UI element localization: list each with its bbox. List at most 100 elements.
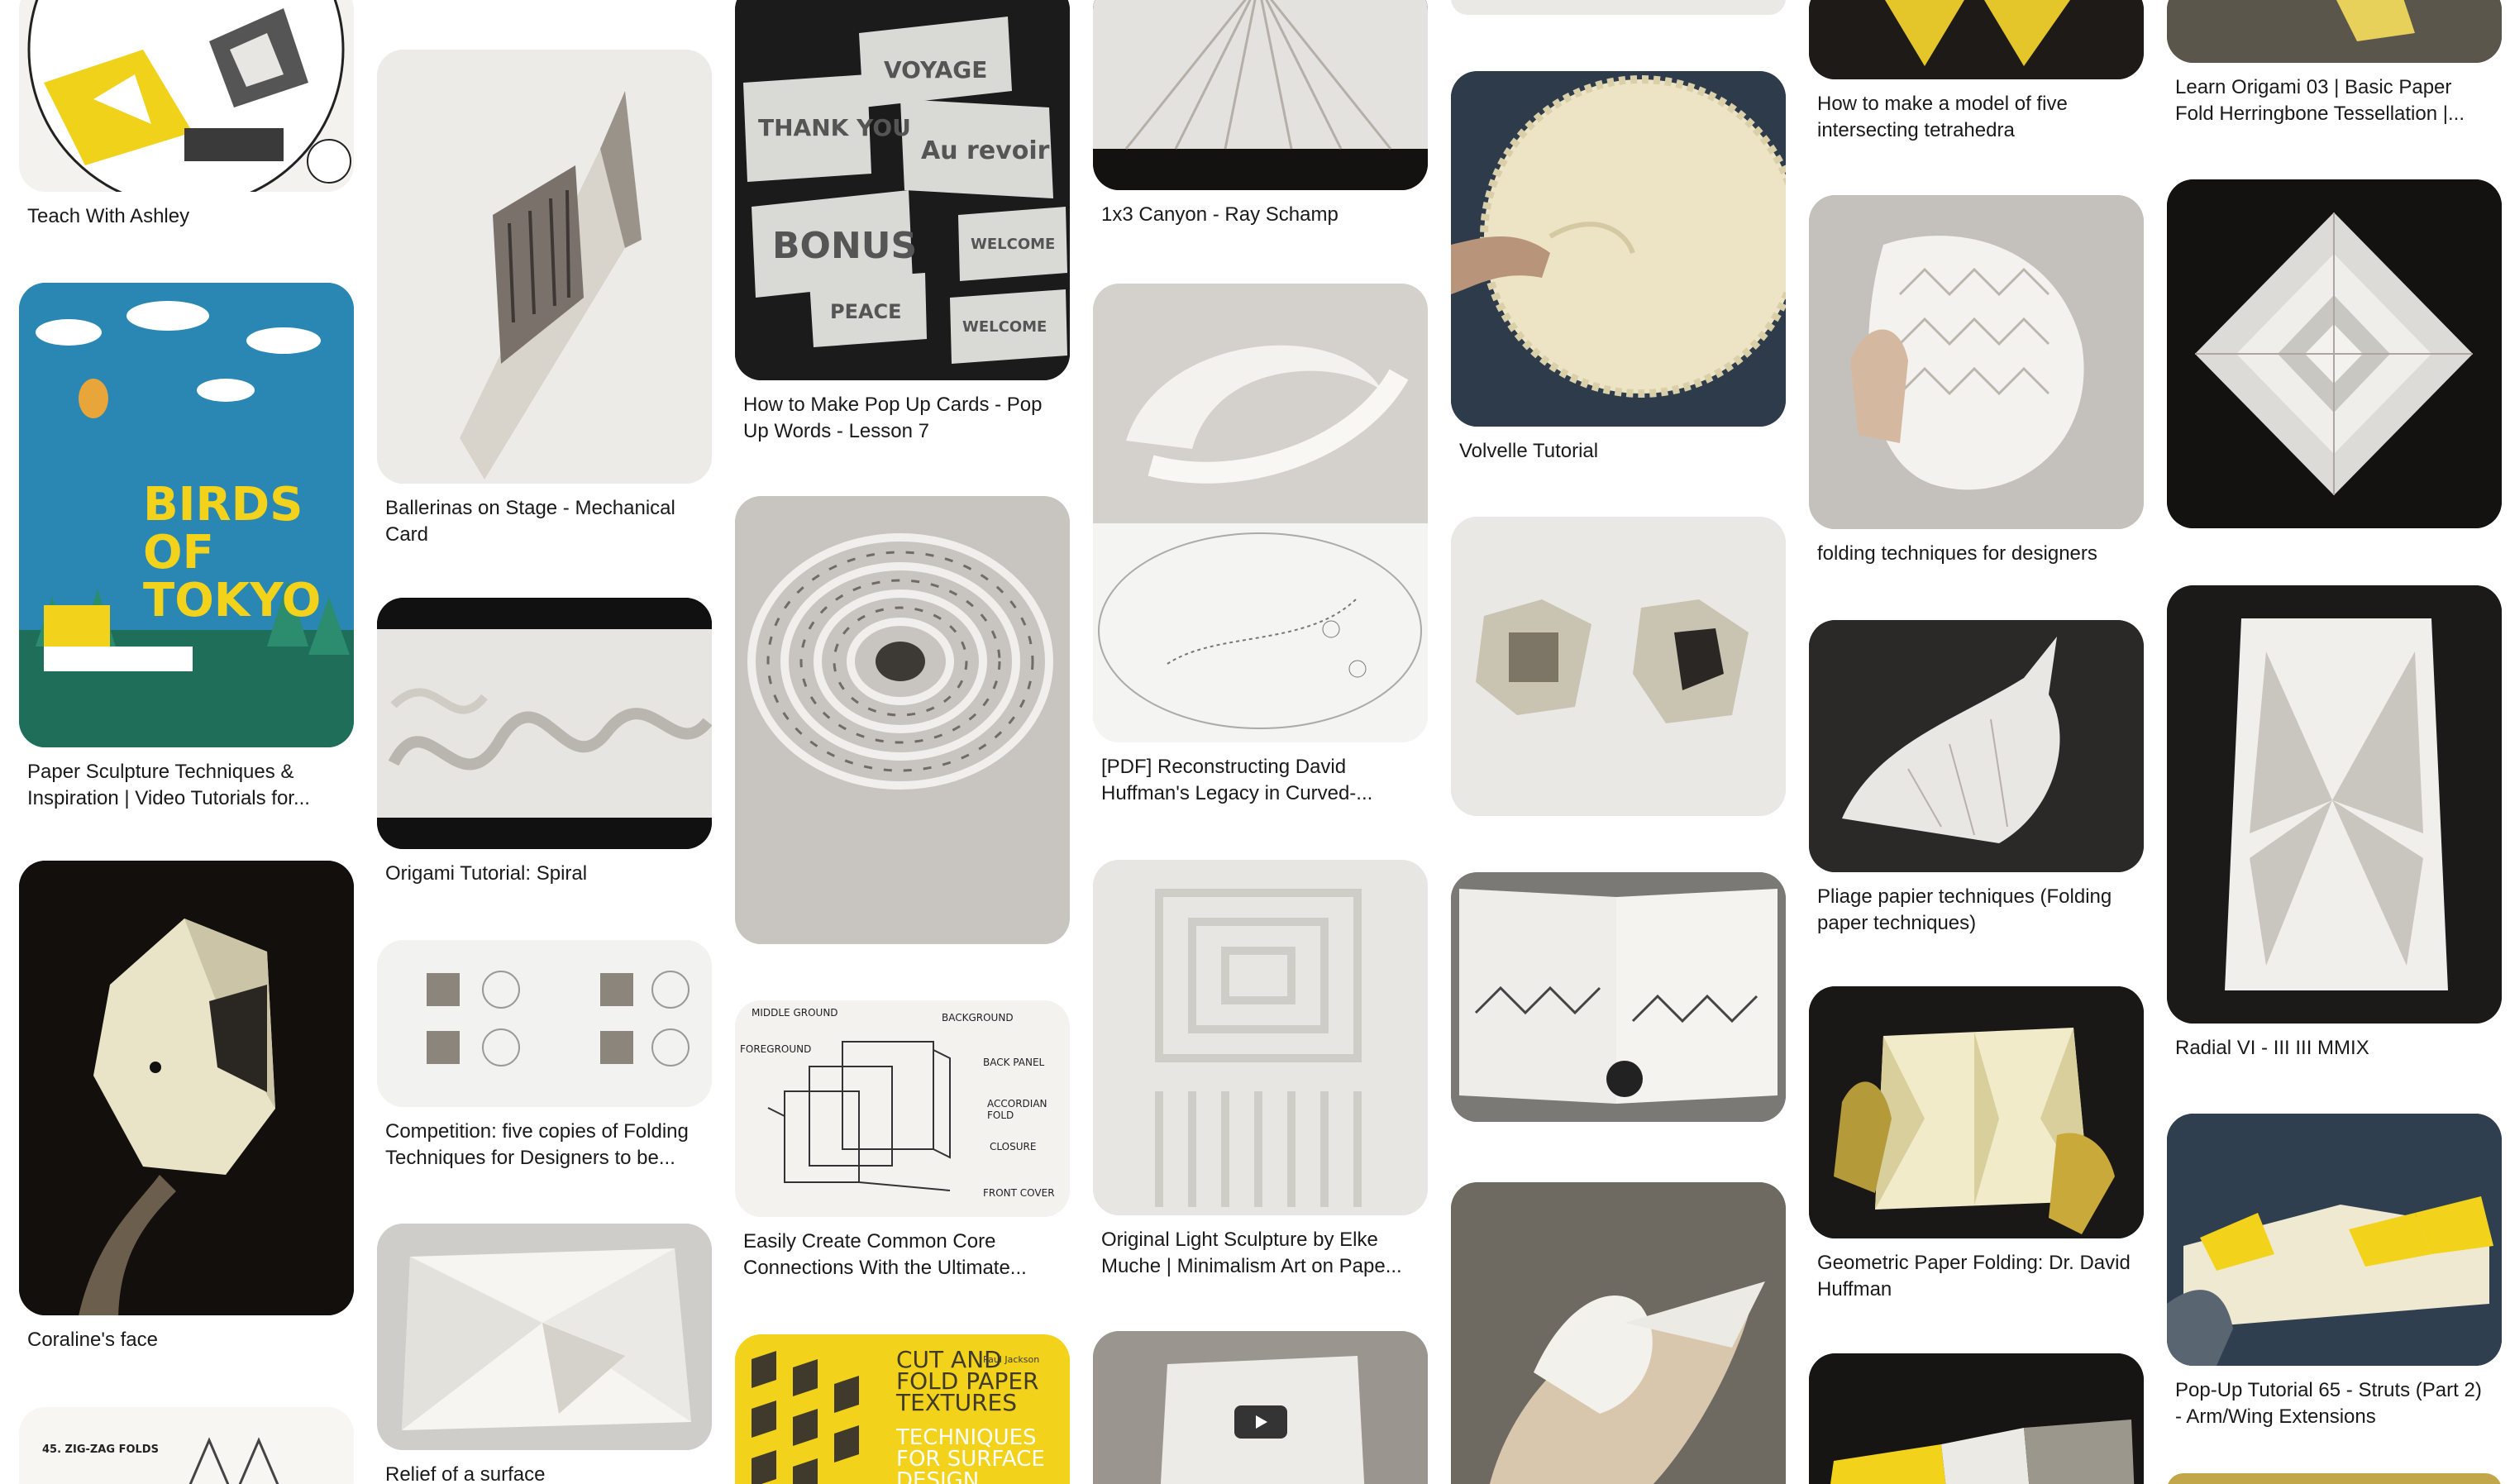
pin-image[interactable] [1093, 860, 1428, 1215]
pin-caption: Geometric Paper Folding: Dr. David Huffm… [1817, 1252, 2131, 1300]
pin-image[interactable] [2167, 585, 2502, 1024]
pin-yellow-popup[interactable] [1809, 1353, 2144, 1484]
book-author: Paul Jackson [983, 1354, 1040, 1365]
pin-caption: How to make a model of five intersecting… [1817, 93, 2068, 141]
pin-caption: Teach With Ashley [27, 205, 190, 227]
pin-caption: 1x3 Canyon - Ray Schamp [1101, 203, 1339, 226]
pin-image[interactable] [1451, 872, 1786, 1122]
pin-image[interactable]: CUT AND FOLD PAPER TEXTURES Paul Jackson… [735, 1334, 1070, 1484]
word-welcome-2: WELCOME [962, 318, 1047, 336]
pin-huffman-legacy[interactable]: [PDF] Reconstructing David Huffman's Leg… [1093, 284, 1428, 807]
pin-image[interactable] [19, 0, 354, 192]
pin-image[interactable] [1093, 1331, 1428, 1484]
pin-competition[interactable]: Competition: five copies of Folding Tech… [377, 940, 712, 1171]
pin-image[interactable] [2167, 0, 2502, 63]
pin-image[interactable] [377, 1224, 712, 1450]
pin-origami-spiral[interactable]: Origami Tutorial: Spiral [377, 598, 712, 887]
pin-caption: Volvelle Tutorial [1459, 440, 1599, 462]
pin-paper-sculpture[interactable]: BIRDS OF TOKYO Paper Sculpture Technique… [19, 283, 354, 812]
pin-caption: How to Make Pop Up Cards - Pop Up Words … [743, 394, 1043, 442]
pin-caption: Competition: five copies of Folding Tech… [385, 1120, 689, 1169]
pin-image[interactable] [1451, 0, 1786, 15]
pin-book-spread[interactable] [1451, 872, 1786, 1122]
word-welcome-1: WELCOME [971, 236, 1056, 253]
pin-folding-techniques[interactable]: folding techniques for designers [1809, 195, 2144, 567]
pin-video-fold[interactable] [1093, 1331, 1428, 1484]
pin-image[interactable] [1809, 0, 2144, 79]
pin-caption: Coraline's face [27, 1329, 158, 1351]
pin-coralines-face[interactable]: Coraline's face [19, 861, 354, 1353]
pin-image[interactable] [1809, 986, 2144, 1238]
pin-caption: [PDF] Reconstructing David Huffman's Leg… [1101, 756, 1373, 804]
label-background: BACKGROUND [942, 1012, 1014, 1024]
pin-image[interactable] [1809, 195, 2144, 529]
pin-volvelle[interactable]: Volvelle Tutorial [1451, 71, 1786, 465]
pin-image[interactable] [2167, 1473, 2502, 1484]
label-foreground: FOREGROUND [740, 1043, 812, 1055]
pin-teach-with-ashley[interactable]: Teach With Ashley [19, 0, 354, 230]
word-bonus: BONUS [772, 225, 918, 267]
label-accordian-fold: ACCORDIAN FOLD [987, 1098, 1047, 1121]
pin-image[interactable] [377, 940, 712, 1107]
pin-caption: Radial VI - III III MMIX [2175, 1037, 2369, 1059]
book-subtitle: TECHNIQUES FOR SURFACE DESIGN [896, 1425, 1045, 1484]
pin-image[interactable] [1451, 517, 1786, 816]
pin-image[interactable] [735, 496, 1070, 944]
pin-image[interactable] [19, 861, 354, 1315]
pin-radial-vi[interactable]: Radial VI - III III MMIX [2167, 585, 2502, 1062]
pin-bottom-partial[interactable] [2167, 1473, 2502, 1484]
pin-hummingbird[interactable] [1451, 1182, 1786, 1484]
pin-caption: Origami Tutorial: Spiral [385, 862, 588, 885]
pin-cut-and-fold[interactable]: CUT AND FOLD PAPER TEXTURES Paul Jackson… [735, 1334, 1070, 1484]
poster-title: BIRDS OF TOKYO [143, 478, 322, 627]
zig-zag-label: 45. ZIG-ZAG FOLDS [42, 1443, 159, 1456]
pin-image[interactable] [1809, 620, 2144, 872]
pin-caption: Relief of a surface [385, 1463, 546, 1484]
pin-image[interactable] [1451, 71, 1786, 427]
pin-pliage[interactable]: Pliage papier techniques (Folding paper … [1809, 620, 2144, 937]
pin-top-partial[interactable] [1451, 0, 1786, 15]
pin-rose-tessellation[interactable] [2167, 179, 2502, 528]
pin-tetrahedra[interactable]: How to make a model of five intersecting… [1809, 0, 2144, 144]
pin-caption: Pop-Up Tutorial 65 - Struts (Part 2) - A… [2175, 1379, 2482, 1428]
pin-popup-65[interactable]: Pop-Up Tutorial 65 - Struts (Part 2) - A… [2167, 1114, 2502, 1430]
play-button[interactable] [1234, 1405, 1287, 1439]
label-back-panel: BACK PANEL [983, 1057, 1045, 1068]
pin-canyon[interactable]: 1x3 Canyon - Ray Schamp [1093, 0, 1428, 228]
pin-image[interactable] [1451, 1182, 1786, 1484]
pin-caption: Original Light Sculpture by Elke Muche |… [1101, 1229, 1402, 1277]
pin-image[interactable] [377, 50, 712, 484]
pin-caption: Ballerinas on Stage - Mechanical Card [385, 497, 675, 546]
pin-zig-zag[interactable]: 45. ZIG-ZAG FOLDS [19, 1407, 354, 1484]
pin-image[interactable] [2167, 179, 2502, 528]
pin-common-core[interactable]: MIDDLE GROUND BACKGROUND FOREGROUND BACK… [735, 1000, 1070, 1281]
label-closure: CLOSURE [990, 1141, 1037, 1152]
pin-image[interactable] [1093, 0, 1428, 190]
label-middle-ground: MIDDLE GROUND [752, 1007, 838, 1019]
pin-light-sculpture[interactable]: Original Light Sculpture by Elke Muche |… [1093, 860, 1428, 1280]
pin-pop-up-cards[interactable]: VOYAGE THANK YOU Au revoir BONUS PEACE W… [735, 0, 1070, 445]
pin-board: Teach With Ashley BIRDS OF TOKYO Paper S… [0, 0, 2510, 1484]
word-peace: PEACE [830, 300, 902, 323]
word-au-revoir: Au revoir [921, 136, 1050, 165]
pin-image[interactable]: BIRDS OF TOKYO [19, 283, 354, 747]
pin-image[interactable]: MIDDLE GROUND BACKGROUND FOREGROUND BACK… [735, 1000, 1070, 1217]
pin-caption: Paper Sculpture Techniques & Inspiration… [27, 761, 310, 809]
word-thank-you: THANK YOU [758, 114, 911, 141]
pin-herringbone[interactable]: Learn Origami 03 | Basic Paper Fold Herr… [2167, 0, 2502, 127]
pin-image[interactable] [1809, 1353, 2144, 1484]
pin-image[interactable] [2167, 1114, 2502, 1366]
word-voyage: VOYAGE [884, 56, 988, 84]
pin-boxes[interactable] [1451, 517, 1786, 816]
pin-spiral-sculpture[interactable] [735, 496, 1070, 944]
pin-image[interactable] [1093, 284, 1428, 742]
pin-caption: Pliage papier techniques (Folding paper … [1817, 885, 2112, 934]
label-front-cover: FRONT COVER [983, 1187, 1055, 1199]
play-icon [1255, 1415, 1267, 1429]
pin-huffman-geometric[interactable]: Geometric Paper Folding: Dr. David Huffm… [1809, 986, 2144, 1303]
pin-ballerinas[interactable]: Ballerinas on Stage - Mechanical Card [377, 50, 712, 548]
pin-image[interactable] [377, 598, 712, 849]
pin-image[interactable]: 45. ZIG-ZAG FOLDS [19, 1407, 354, 1484]
pin-image[interactable]: VOYAGE THANK YOU Au revoir BONUS PEACE W… [735, 0, 1070, 380]
pin-relief[interactable]: Relief of a surface [377, 1224, 712, 1484]
